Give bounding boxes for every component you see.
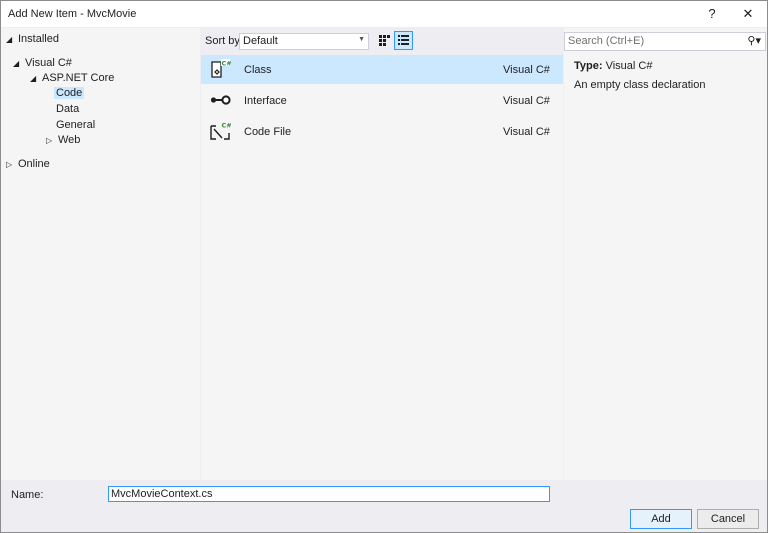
add-button[interactable]: Add [630,509,692,529]
footer: Name: MvcMovieContext.cs Add Cancel [1,480,767,532]
expanded-triangle-icon: ◢ [30,74,37,83]
tree-item-code[interactable]: Code [54,86,85,101]
chevron-down-icon: ▼ [358,36,365,43]
template-item-class[interactable]: C# Class Visual C# [201,55,563,84]
template-description: An empty class declaration [574,79,706,91]
sort-label: Sort by: [205,35,243,47]
grid-view-icon[interactable] [376,32,393,49]
expanded-triangle-icon: ◢ [13,59,20,68]
name-field[interactable]: MvcMovieContext.cs [108,486,550,502]
list-toolbar: Sort by: Default ▼ [201,28,563,55]
interface-icon [210,95,231,105]
type-info: Type: Visual C# [574,60,652,72]
tree-item-visual-csharp[interactable]: ◢ Visual C# [13,56,72,71]
svg-text:C#: C# [222,60,232,68]
template-item-code-file[interactable]: C# Code File Visual C# [201,117,563,146]
tree-item-online[interactable]: ▷ Online [6,157,50,172]
help-button[interactable]: ? [697,1,727,27]
tree-item-web[interactable]: ▷ Web [46,133,80,148]
sort-dropdown[interactable]: Default ▼ [239,33,369,50]
search-input[interactable]: Search (Ctrl+E) ⚲▾ [564,32,766,51]
svg-text:C#: C# [222,122,232,130]
close-button[interactable]: ✕ [733,1,763,27]
csharp-class-icon: C# [211,59,232,78]
name-label: Name: [11,489,44,501]
search-icon[interactable]: ⚲▾ [747,34,761,47]
cancel-button[interactable]: Cancel [697,509,759,529]
window-title: Add New Item - MvcMovie [8,8,137,20]
list-view-icon[interactable] [394,31,413,50]
tree-item-data[interactable]: Data [56,102,79,117]
collapsed-triangle-icon: ▷ [46,136,53,145]
tree-item-general[interactable]: General [56,118,95,133]
template-list: C# Class Visual C# Interface Visual C# C… [201,55,563,480]
add-new-item-dialog: Add New Item - MvcMovie ? ✕ ◢ Installed ◢… [0,0,768,533]
category-tree: ◢ Installed ◢ Visual C# ◢ ASP.NET Core Code… [1,28,200,480]
template-item-interface[interactable]: Interface Visual C# [201,86,563,115]
collapsed-triangle-icon: ▷ [6,160,13,169]
details-pane: Search (Ctrl+E) ⚲▾ Type: Visual C# An em… [564,28,767,480]
type-value: Visual C# [605,60,653,72]
title-bar: Add New Item - MvcMovie ? ✕ [1,1,767,27]
expanded-triangle-icon: ◢ [6,35,13,44]
tree-item-aspnet-core[interactable]: ◢ ASP.NET Core [30,71,114,86]
tree-item-installed[interactable]: ◢ Installed [6,32,59,47]
csharp-code-file-icon: C# [210,121,232,140]
type-label: Type: [574,60,603,72]
